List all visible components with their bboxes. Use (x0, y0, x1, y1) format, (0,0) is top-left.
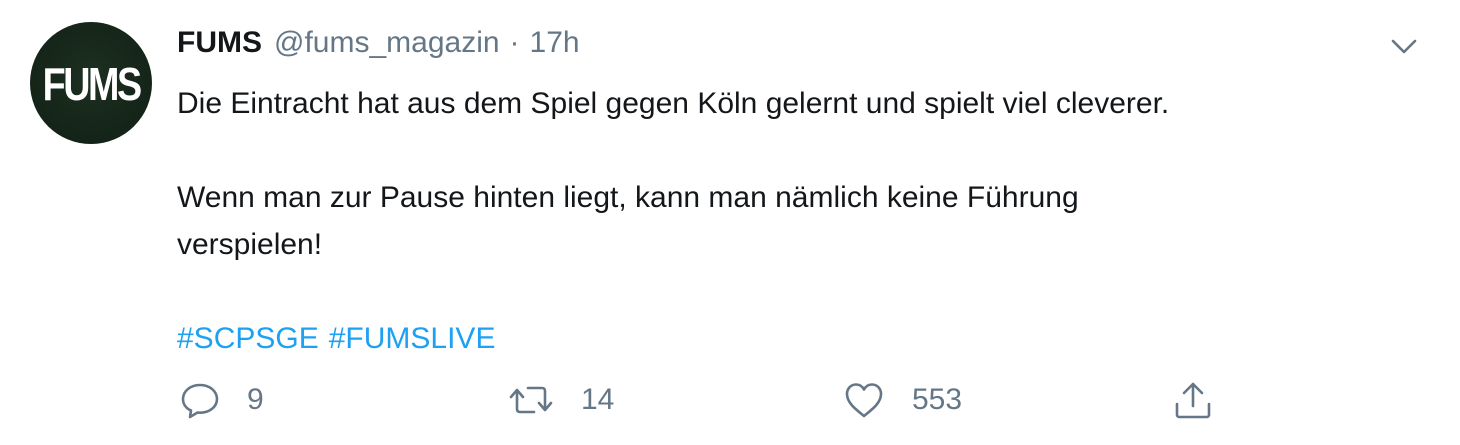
tweet-menu-button[interactable] (1387, 34, 1421, 60)
hashtag-link[interactable]: #SCPSGE (177, 322, 319, 355)
author-name[interactable]: FUMS (177, 26, 262, 60)
tweet-timestamp[interactable]: 17h (530, 26, 580, 60)
tweet-text-line: verspielen! (177, 228, 323, 261)
like-count: 553 (912, 383, 963, 416)
reply-count: 9 (247, 383, 264, 416)
avatar-logo-text: FUMS (42, 58, 141, 110)
reply-button[interactable]: 9 (179, 372, 264, 428)
hashtag-list: #SCPSGE #FUMSLIVE (177, 315, 1427, 362)
retweet-icon (509, 386, 553, 414)
avatar[interactable]: FUMS (30, 22, 152, 144)
tweet[interactable]: FUMS FUMS @fums_magazin · 17h Die Eintra… (0, 0, 1460, 445)
tweet-text-line: Die Eintracht hat aus dem Spiel gegen Kö… (177, 87, 1170, 120)
header-separator: · (509, 26, 520, 59)
retweet-count: 14 (581, 383, 615, 416)
author-handle[interactable]: @fums_magazin (274, 26, 500, 60)
tweet-text: Die Eintracht hat aus dem Spiel gegen Kö… (177, 80, 1427, 362)
tweet-header: FUMS @fums_magazin · 17h (177, 26, 580, 66)
share-button[interactable] (1171, 372, 1215, 428)
hashtag-link[interactable]: #FUMSLIVE (329, 322, 496, 355)
share-icon (1175, 382, 1211, 419)
reply-icon (181, 383, 219, 419)
tweet-text-line: Wenn man zur Pause hinten liegt, kann ma… (177, 181, 1079, 214)
retweet-button[interactable]: 14 (507, 372, 614, 428)
tweet-actions: 9 14 553 (0, 372, 1460, 428)
heart-icon (845, 383, 883, 418)
chevron-down-icon (1391, 39, 1417, 54)
like-button[interactable]: 553 (842, 372, 962, 428)
